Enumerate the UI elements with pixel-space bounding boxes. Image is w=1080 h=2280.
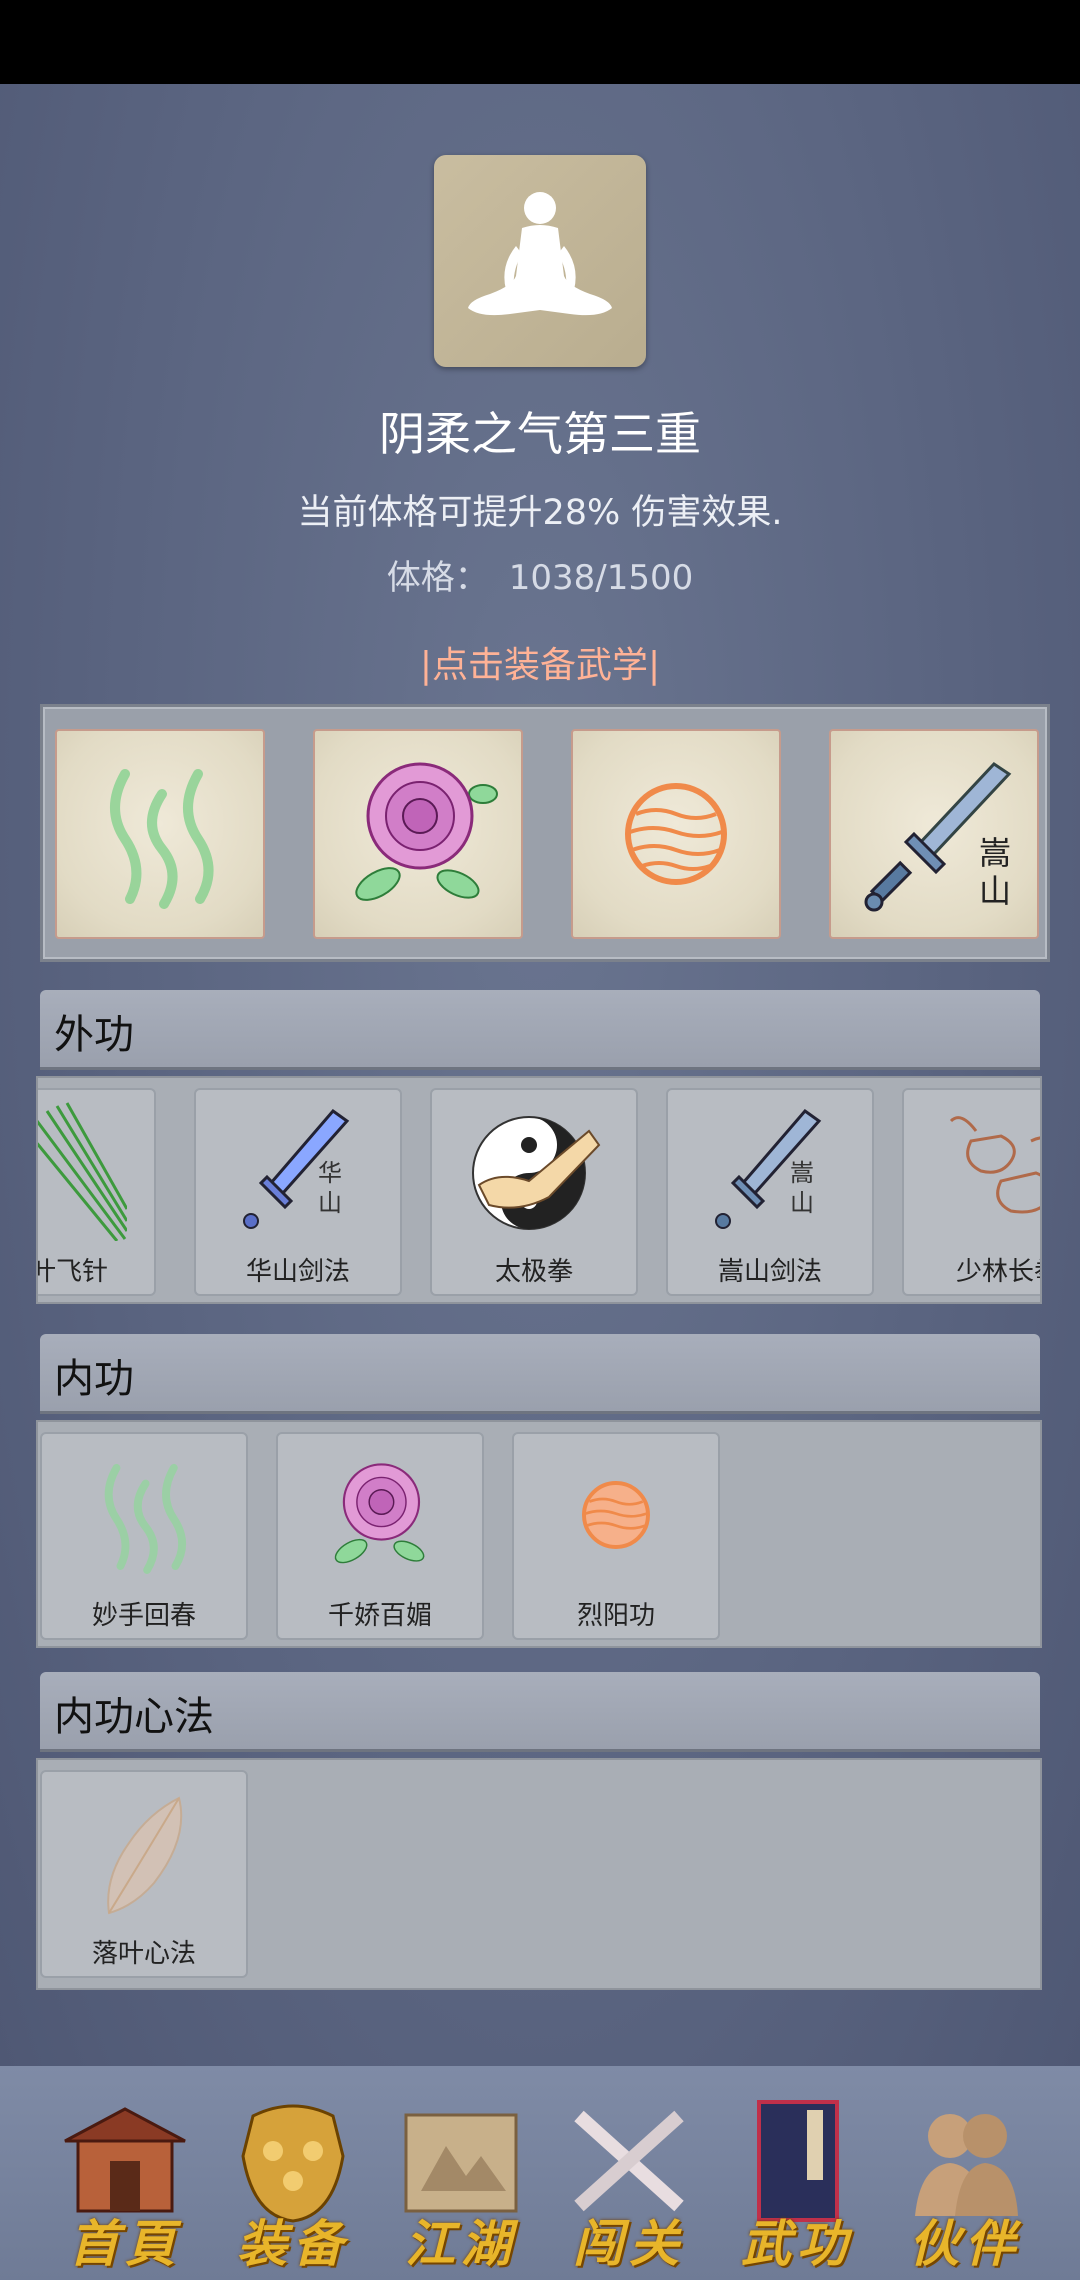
- outer-skills-header: 外功: [40, 990, 1040, 1070]
- equip-martial-arts-link[interactable]: |点击装备武学|: [0, 636, 1080, 688]
- skill-label: 烈阳功: [576, 1601, 655, 1631]
- skill-card[interactable]: 叶飞针: [36, 1088, 156, 1296]
- skill-card[interactable]: 太极拳: [430, 1088, 638, 1296]
- skill-card[interactable]: 烈阳功: [512, 1432, 720, 1640]
- stat-label: 体格：: [386, 558, 489, 598]
- svg-text:嵩山: 嵩山: [979, 834, 1011, 910]
- realm-description: 当前体格可提升28% 伤害效果.: [297, 493, 783, 533]
- outer-skills-title: 外功: [54, 1012, 134, 1058]
- outer-skills-list[interactable]: 叶飞针 华山 华山剑法 太极拳 嵩山 嵩山剑法 少林长: [36, 1076, 1042, 1304]
- nav-companions[interactable]: 伙伴: [890, 2096, 1040, 2273]
- status-bar: [0, 0, 1080, 84]
- bottom-navigation: 首頁 装备 江湖 闯关 武功 伙伴: [0, 2066, 1080, 2280]
- realm-title: 阴柔之气第三重: [379, 407, 701, 461]
- songshan-sword-icon: 嵩山: [668, 1096, 872, 1246]
- nav-label: 武功: [741, 2214, 853, 2273]
- svg-text:嵩山: 嵩山: [790, 1159, 814, 1217]
- nav-label: 首頁: [69, 2214, 181, 2273]
- rose-icon: [355, 762, 498, 901]
- taiji-fist-icon: [432, 1096, 636, 1246]
- equipped-slot-1[interactable]: [55, 729, 265, 939]
- mind-method-header: 内功心法: [40, 1672, 1040, 1752]
- skill-label: 叶飞针: [36, 1257, 108, 1287]
- nav-label: 闯关: [573, 2214, 685, 2273]
- equipped-slot-4[interactable]: 嵩山: [829, 729, 1039, 939]
- skill-label: 嵩山剑法: [717, 1257, 822, 1287]
- meditating-figure-icon: [468, 192, 612, 316]
- skill-card[interactable]: 少林长拳: [902, 1088, 1040, 1296]
- skill-label: 千娇百媚: [327, 1601, 432, 1631]
- mind-method-list[interactable]: 落叶心法: [36, 1758, 1042, 1990]
- inner-skills-list[interactable]: 妙手回春 千娇百媚 烈阳功: [36, 1420, 1042, 1648]
- skill-card[interactable]: 华山 华山剑法: [194, 1088, 402, 1296]
- inner-skills-header: 内功: [40, 1334, 1040, 1414]
- skill-label: 少林长拳: [956, 1257, 1040, 1287]
- nav-equipment[interactable]: 装备: [218, 2096, 368, 2273]
- skill-card[interactable]: 妙手回春: [40, 1432, 248, 1640]
- stat-value: 1038/1500: [508, 558, 694, 598]
- leaf-icon: [42, 1778, 246, 1928]
- nav-martial-arts[interactable]: 武功: [722, 2096, 872, 2273]
- nav-label: 伙伴: [909, 2214, 1021, 2273]
- green-wisps-icon: [42, 1440, 246, 1590]
- skill-card[interactable]: 落叶心法: [40, 1770, 248, 1978]
- nav-challenge[interactable]: 闯关: [554, 2096, 704, 2273]
- mind-method-title: 内功心法: [54, 1694, 214, 1740]
- svg-text:华山: 华山: [318, 1159, 342, 1217]
- nav-label: 江湖: [405, 2214, 517, 2273]
- equipped-slot-3[interactable]: [571, 729, 781, 939]
- green-wisps-icon: [110, 769, 214, 909]
- skill-card[interactable]: 千娇百媚: [276, 1432, 484, 1640]
- skill-label: 华山剑法: [245, 1257, 350, 1287]
- fists-icon: [904, 1096, 1040, 1246]
- skill-card[interactable]: 嵩山 嵩山剑法: [666, 1088, 874, 1296]
- equipped-skills-panel: 嵩山: [40, 704, 1050, 962]
- skill-label: 落叶心法: [91, 1939, 196, 1969]
- nav-home[interactable]: 首頁: [50, 2096, 200, 2273]
- inner-skills-title: 内功: [54, 1356, 134, 1402]
- constitution-stat: 体格： 1038/1500: [0, 550, 1080, 599]
- songshan-sword-icon: 嵩山: [864, 762, 1012, 912]
- rose-icon: [278, 1440, 482, 1590]
- needles-icon: [38, 1096, 154, 1246]
- skill-label: 太极拳: [494, 1257, 573, 1287]
- orange-sun-icon: [514, 1440, 718, 1590]
- huashan-sword-icon: 华山: [196, 1096, 400, 1246]
- orange-sun-icon: [625, 783, 727, 885]
- meditation-avatar: [434, 155, 646, 367]
- nav-label: 装备: [237, 2214, 349, 2273]
- nav-jianghu[interactable]: 江湖: [386, 2096, 536, 2273]
- skill-label: 妙手回春: [91, 1601, 196, 1631]
- equipped-slot-2[interactable]: [313, 729, 523, 939]
